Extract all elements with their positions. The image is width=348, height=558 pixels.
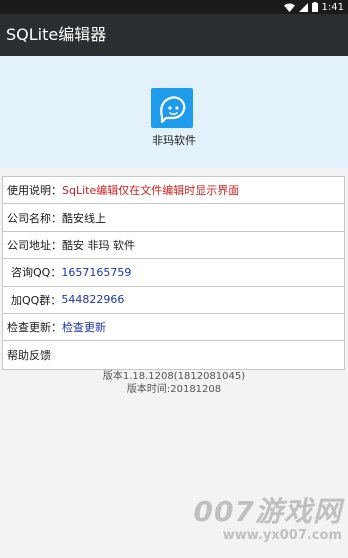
row-usage-note: 使用说明： SqLite编辑仅在文件编辑时显示界面 bbox=[3, 177, 344, 205]
info-table: 使用说明： SqLite编辑仅在文件编辑时显示界面 公司名称： 酷安线上 公司地… bbox=[2, 176, 345, 370]
version-info: 版本1.18.1208(1812081045) 版本时间:20181208 bbox=[0, 370, 348, 396]
company-address-value: 酷安 非玛 软件 bbox=[62, 238, 135, 252]
usage-note-value: SqLite编辑仅在文件编辑时显示界面 bbox=[62, 184, 240, 198]
usage-note-label: 使用说明： bbox=[7, 184, 62, 198]
smiling-face-icon bbox=[151, 88, 193, 128]
version-time-line: 版本时间:20181208 bbox=[126, 384, 222, 395]
check-update-link[interactable]: 检查更新 bbox=[62, 319, 106, 335]
watermark-sub: www.yx007.com bbox=[222, 528, 342, 543]
check-update-label: 检查更新： bbox=[7, 321, 62, 335]
wifi-icon bbox=[283, 3, 295, 12]
contact-qq-label: 咨询QQ： bbox=[11, 266, 62, 280]
company-address-label: 公司地址： bbox=[7, 238, 62, 252]
row-company-name: 公司名称： 酷安线上 bbox=[3, 204, 344, 232]
qq-group-link[interactable]: 544822966 bbox=[61, 293, 124, 306]
signal-icon bbox=[298, 2, 308, 12]
company-name-value: 酷安线上 bbox=[62, 211, 106, 225]
row-qq-group[interactable]: 加QQ群： 544822966 bbox=[3, 287, 344, 314]
developer-name: 非玛软件 bbox=[152, 134, 196, 147]
watermark-main: 007游戏网 bbox=[193, 495, 342, 528]
app-title: SQLite编辑器 bbox=[6, 25, 107, 44]
battery-icon bbox=[311, 2, 318, 12]
qq-group-label: 加QQ群： bbox=[11, 293, 62, 307]
row-check-update[interactable]: 检查更新： 检查更新 bbox=[3, 314, 344, 342]
status-icons: 1:41 bbox=[283, 0, 344, 14]
row-company-address: 公司地址： 酷安 非玛 软件 bbox=[3, 232, 344, 260]
help-feedback-button[interactable]: 帮助反馈 bbox=[7, 347, 51, 363]
row-help-feedback[interactable]: 帮助反馈 bbox=[3, 341, 344, 368]
about-header: 非玛软件 bbox=[0, 56, 348, 168]
status-time: 1:41 bbox=[321, 1, 344, 13]
status-bar: 1:41 bbox=[0, 0, 348, 14]
company-name-label: 公司名称： bbox=[7, 211, 62, 225]
site-watermark: 007游戏网 www.yx007.com bbox=[194, 496, 342, 544]
app-bar: SQLite编辑器 bbox=[0, 14, 348, 56]
row-contact-qq[interactable]: 咨询QQ： 1657165759 bbox=[3, 259, 344, 287]
contact-qq-link[interactable]: 1657165759 bbox=[61, 266, 131, 279]
version-line: 版本1.18.1208(1812081045) bbox=[102, 371, 246, 382]
